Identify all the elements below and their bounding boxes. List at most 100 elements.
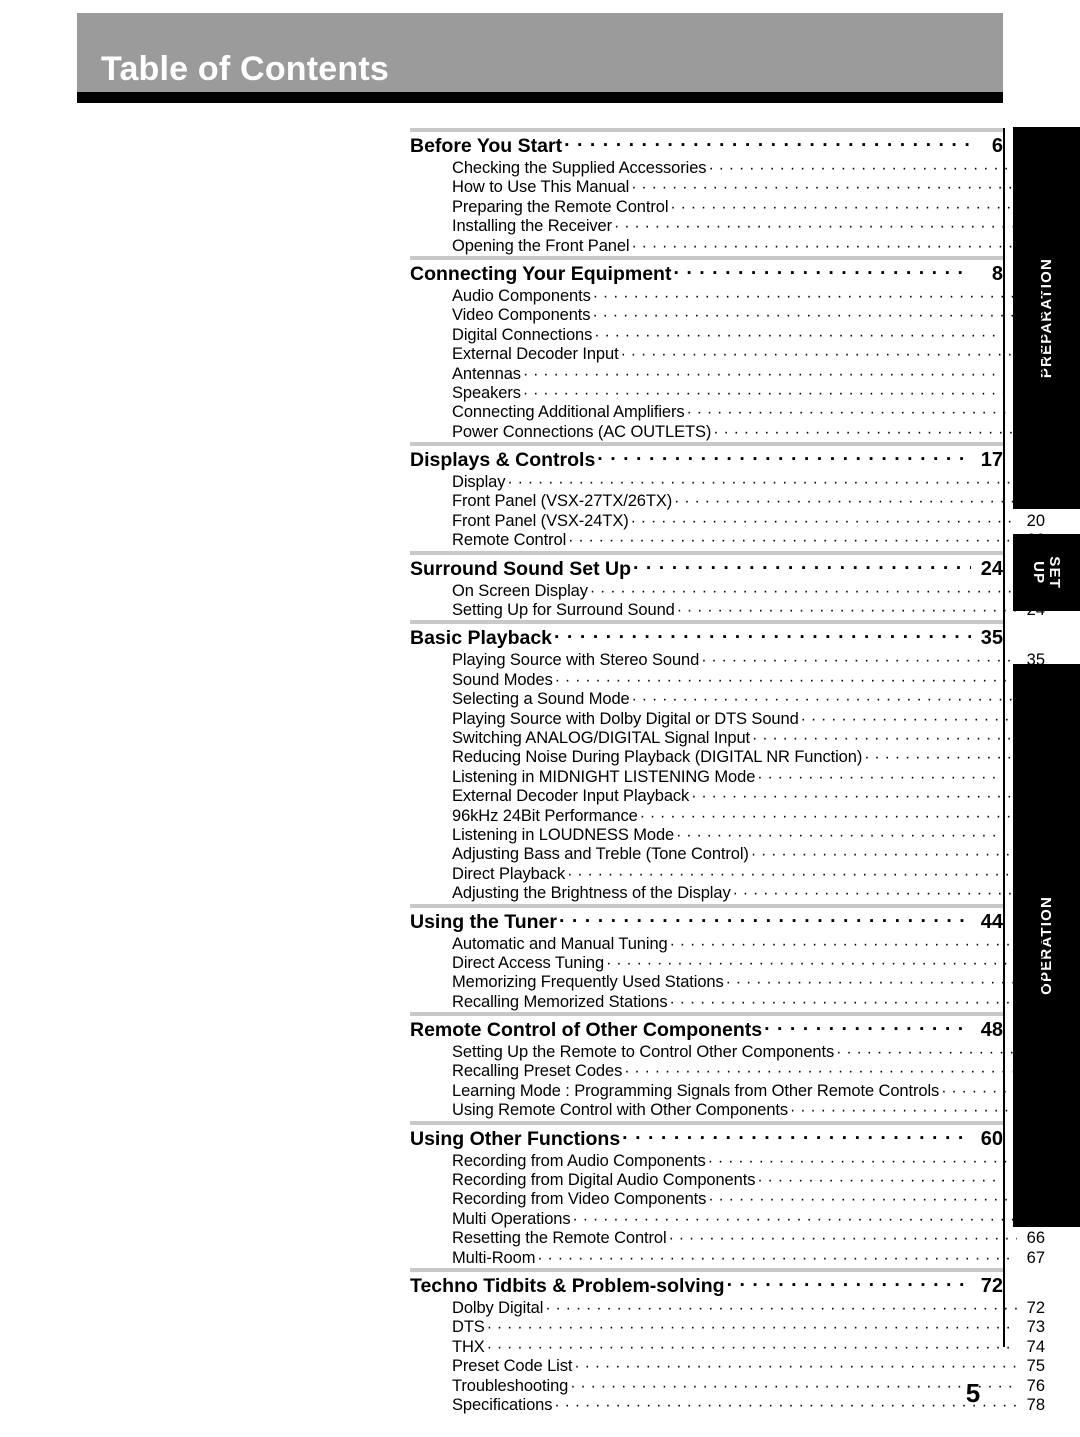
toc-entry[interactable]: Adjusting the Brightness of the Display ·… [410,884,1045,903]
toc-entry[interactable]: Adjusting Bass and Treble (Tone Control)… [410,845,1045,864]
toc-leader-dots: · · · · · · · · · · · · · · · · · · · · … [732,885,1017,903]
toc-entry[interactable]: Troubleshooting · · · · · · · · · · · · ·… [410,1377,1045,1396]
toc-entry-label: Specifications [452,1395,553,1414]
toc-leader-dots: · · · · · · · · · · · · · · · · · · · · … [592,307,1017,325]
toc-entry-label: Multi-Room [452,1248,536,1267]
toc-section-heading[interactable]: Surround Sound Set Up · · · · · · · · · ·… [410,555,1003,582]
toc-section-title: Remote Control of Other Components [410,1019,763,1042]
toc-entry[interactable]: External Decoder Input · · · · · · · · · … [410,345,1045,364]
toc-entry[interactable]: Sound Modes · · · · · · · · · · · · · · ·… [410,671,1045,690]
toc-entry[interactable]: External Decoder Input Playback · · · · ·… [410,787,1045,806]
toc-entry[interactable]: Listening in MIDNIGHT LISTENING Mode · · … [410,768,1045,787]
toc-entry-page: 50 [1026,1081,1045,1100]
toc-section-heading[interactable]: Techno Tidbits & Problem-solving · · · · … [410,1272,1003,1299]
toc-entry[interactable]: Audio Components · · · · · · · · · · · · … [410,287,1045,306]
toc-section-heading[interactable]: Before You Start · · · · · · · · · · · · … [410,132,1003,159]
header-underline-rule [77,92,1003,103]
toc-entry[interactable]: Recalling Memorized Stations · · · · · · … [410,993,1045,1012]
toc-entry[interactable]: 96kHz 24Bit Performance · · · · · · · · ·… [410,807,1045,826]
toc-entry-page: 24 [1026,601,1045,620]
toc-section: Using the Tuner · · · · · · · · · · · · ·… [410,903,1045,1013]
toc-entry[interactable]: On Screen Display · · · · · · · · · · · ·… [410,582,1045,601]
toc-entry-page: 41 [1026,767,1045,786]
toc-entry[interactable]: Multi-Room · · · · · · · · · · · · · · · … [410,1249,1045,1268]
toc-entry[interactable]: Video Components · · · · · · · · · · · · … [410,306,1045,325]
toc-entry[interactable]: Reducing Noise During Playback (DIGITAL … [410,748,1045,767]
toc-section-heading[interactable]: Displays & Controls · · · · · · · · · · ·… [410,446,1003,473]
toc-leader-dots: · · · · · · · · · · · · · · · · · · · · … [558,909,971,932]
toc-entry[interactable]: Recording from Video Components · · · · ·… [410,1190,1045,1209]
toc-entry[interactable]: Connecting Additional Amplifiers · · · · … [410,403,1045,422]
toc-entry[interactable]: Multi Operations · · · · · · · · · · · · … [410,1210,1045,1229]
toc-entry-label: External Decoder Input Playback [452,787,690,806]
toc-entry[interactable]: Specifications · · · · · · · · · · · · · … [410,1396,1045,1415]
toc-entry[interactable]: Antennas · · · · · · · · · · · · · · · · … [410,365,1045,384]
toc-entry[interactable]: Listening in LOUDNESS Mode · · · · · · · … [410,826,1045,845]
toc-entry[interactable]: Using Remote Control with Other Componen… [410,1101,1045,1120]
toc-entry[interactable]: THX · · · · · · · · · · · · · · · · · · ·… [410,1338,1045,1357]
toc-entry-label: Setting Up for Surround Sound [452,601,675,620]
toc-entry-page: 9 [1035,306,1045,325]
toc-entry[interactable]: Speakers · · · · · · · · · · · · · · · · … [410,384,1045,403]
toc-leader-dots: · · · · · · · · · · · · · · · · · · · · … [707,1152,1017,1170]
toc-entry-label: Antennas [452,364,521,383]
toc-section-page: 60 [980,1127,1003,1150]
toc-section-heading[interactable]: Using the Tuner · · · · · · · · · · · · ·… [410,908,1003,935]
toc-entry[interactable]: Resetting the Remote Control · · · · · · … [410,1229,1045,1248]
toc-entry[interactable]: Display · · · · · · · · · · · · · · · · ·… [410,473,1045,492]
toc-entry-label: Display [452,473,506,492]
toc-entry[interactable]: DTS · · · · · · · · · · · · · · · · · · ·… [410,1318,1045,1337]
toc-leader-dots: · · · · · · · · · · · · · · · · · · · · … [713,423,1017,441]
toc-entry-label: Recording from Audio Components [452,1151,706,1170]
toc-entry-page: 44 [1026,934,1045,953]
toc-section-page: 17 [980,449,1003,472]
toc-entry-page: 78 [1026,1395,1045,1414]
toc-entry[interactable]: Recording from Audio Components · · · · ·… [410,1152,1045,1171]
toc-section-page: 72 [980,1274,1003,1297]
toc-entry-label: Digital Connections [452,325,593,344]
toc-entry-label: Installing the Receiver [452,217,613,236]
toc-entry-label: Switching ANALOG/DIGITAL Signal Input [452,728,751,747]
toc-entry-label: Preset Code List [452,1357,573,1376]
toc-entry[interactable]: Direct Access Tuning · · · · · · · · · · … [410,954,1045,973]
toc-entry[interactable]: Memorizing Frequently Used Stations · · ·… [410,973,1045,992]
toc-section-title: Connecting Your Equipment [410,262,672,285]
toc-entry[interactable]: Remote Control · · · · · · · · · · · · · … [410,531,1045,550]
toc-entry-label: Connecting Additional Amplifiers [452,403,685,422]
toc-section-heading[interactable]: Remote Control of Other Components · · · … [410,1016,1003,1043]
toc-leader-dots: · · · · · · · · · · · · · · · · · · · · … [594,326,1017,344]
toc-entry[interactable]: Recording from Digital Audio Components ·… [410,1171,1045,1190]
toc-entry[interactable]: Playing Source with Stereo Sound · · · · … [410,651,1045,670]
toc-entry-page: 8 [1035,286,1045,305]
toc-entry[interactable]: Selecting a Sound Mode · · · · · · · · · … [410,690,1045,709]
toc-entry[interactable]: Checking the Supplied Accessories · · · ·… [410,159,1045,178]
toc-entry[interactable]: Digital Connections · · · · · · · · · · ·… [410,326,1045,345]
toc-section-heading[interactable]: Connecting Your Equipment · · · · · · · ·… [410,260,1003,287]
toc-entry[interactable]: Learning Mode : Programming Signals from… [410,1082,1045,1101]
toc-entry[interactable]: Preset Code List · · · · · · · · · · · · … [410,1357,1045,1376]
toc-entry-label: DTS [452,1318,485,1337]
toc-entry[interactable]: Setting Up for Surround Sound · · · · · ·… [410,601,1045,620]
toc-entry[interactable]: Preparing the Remote Control · · · · · · … [410,198,1045,217]
toc-entry[interactable]: Power Connections (AC OUTLETS) · · · · · … [410,423,1045,442]
toc-entry[interactable]: Direct Playback · · · · · · · · · · · · ·… [410,865,1045,884]
toc-entry[interactable]: How to Use This Manual · · · · · · · · · … [410,178,1045,197]
toc-entry[interactable]: Playing Source with Dolby Digital or DTS… [410,710,1045,729]
toc-entry[interactable]: Recalling Preset Codes · · · · · · · · · … [410,1062,1045,1081]
toc-entry[interactable]: Dolby Digital · · · · · · · · · · · · · ·… [410,1299,1045,1318]
toc-entry[interactable]: Switching ANALOG/DIGITAL Signal Input · ·… [410,729,1045,748]
toc-entry[interactable]: Setting Up the Remote to Control Other C… [410,1043,1045,1062]
toc-entry-label: Adjusting the Brightness of the Display [452,884,731,903]
toc-leader-dots: · · · · · · · · · · · · · · · · · · · · … [631,691,1017,709]
toc-leader-dots: · · · · · · · · · · · · · · · · · · · · … [568,532,1017,550]
toc-leader-dots: · · · · · · · · · · · · · · · · · · · · … [752,729,1017,747]
toc-leader-dots: · · · · · · · · · · · · · · · · · · · · … [486,1338,1017,1356]
toc-entry[interactable]: Opening the Front Panel · · · · · · · · ·… [410,237,1045,256]
toc-entry[interactable]: Front Panel (VSX-27TX/26TX) · · · · · · ·… [410,492,1045,511]
toc-entry[interactable]: Automatic and Manual Tuning · · · · · · ·… [410,935,1045,954]
toc-entry-label: Learning Mode : Programming Signals from… [452,1081,940,1100]
toc-section-heading[interactable]: Using Other Functions · · · · · · · · · ·… [410,1125,1003,1152]
toc-entry[interactable]: Front Panel (VSX-24TX) · · · · · · · · · … [410,512,1045,531]
toc-entry[interactable]: Installing the Receiver · · · · · · · · ·… [410,217,1045,236]
toc-section-heading[interactable]: Basic Playback · · · · · · · · · · · · · … [410,624,1003,651]
